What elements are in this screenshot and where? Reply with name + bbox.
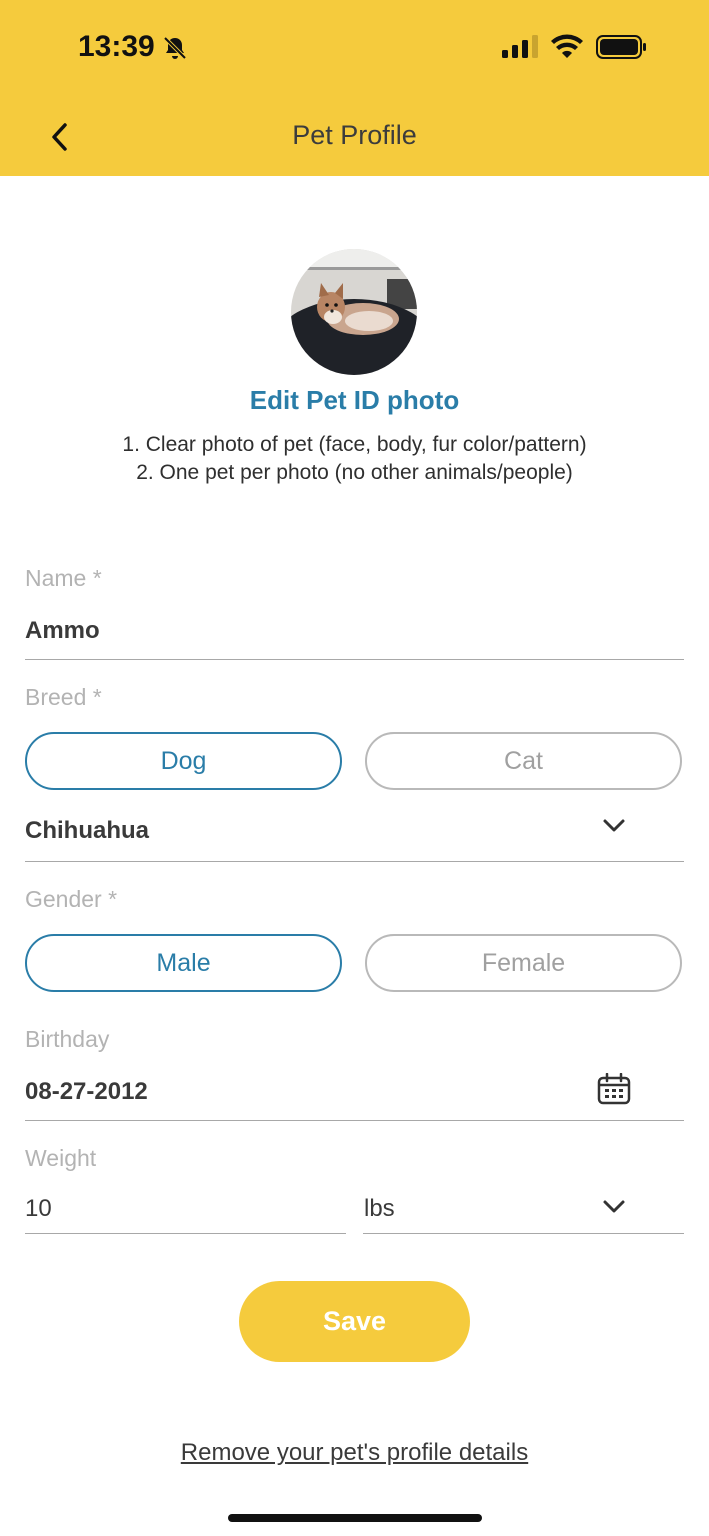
photo-hint-2: 2. One pet per photo (no other animals/p… (136, 461, 573, 484)
breed-dog-button[interactable]: Dog (25, 732, 342, 790)
remove-profile-link[interactable]: Remove your pet's profile details (0, 1439, 709, 1467)
birthday-underline (25, 1120, 684, 1121)
bell-muted-icon (162, 35, 188, 66)
breed-label: Breed * (25, 684, 102, 710)
cellular-signal-icon (502, 34, 540, 65)
birthday-input[interactable]: 08-27-2012 (25, 1078, 148, 1106)
home-indicator (228, 1514, 482, 1522)
page-title: Pet Profile (292, 120, 417, 150)
gender-female-button[interactable]: Female (365, 934, 682, 992)
chevron-down-icon[interactable] (602, 818, 626, 839)
battery-icon (596, 34, 648, 65)
weight-underline (25, 1233, 346, 1234)
app-header: 13:39 Pet Profile (0, 0, 709, 176)
status-time: 13:39 (78, 30, 155, 63)
gender-male-button[interactable]: Male (25, 934, 342, 992)
name-underline (25, 659, 684, 660)
name-input[interactable]: Ammo (25, 617, 100, 645)
pet-avatar[interactable] (291, 249, 417, 375)
photo-hint-1: 1. Clear photo of pet (face, body, fur c… (122, 433, 587, 456)
save-button[interactable]: Save (239, 1281, 470, 1362)
birthday-label: Birthday (25, 1026, 110, 1052)
weight-input[interactable]: 10 (25, 1195, 52, 1223)
wifi-icon (550, 33, 584, 66)
chevron-down-icon[interactable] (602, 1199, 626, 1220)
weight-unit-select[interactable]: lbs (364, 1195, 395, 1223)
breed-underline (25, 861, 684, 862)
weight-label: Weight (25, 1145, 97, 1171)
edit-photo-link[interactable]: Edit Pet ID photo (0, 385, 709, 416)
gender-label: Gender * (25, 886, 118, 912)
calendar-icon[interactable] (597, 1072, 631, 1110)
breed-select[interactable]: Chihuahua (25, 817, 149, 845)
breed-cat-button[interactable]: Cat (365, 732, 682, 790)
weight-unit-underline (363, 1233, 684, 1234)
name-label: Name * (25, 565, 102, 591)
